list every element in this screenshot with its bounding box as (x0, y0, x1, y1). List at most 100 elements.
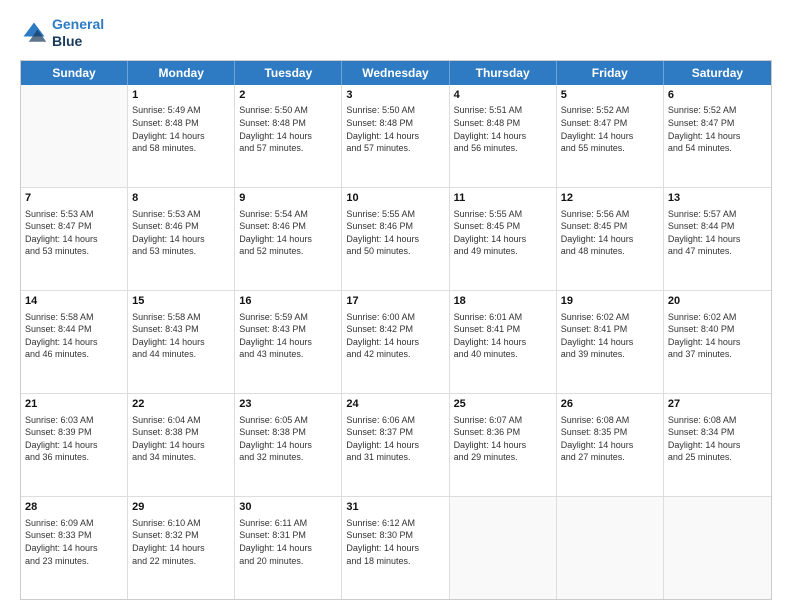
calendar-cell: 13Sunrise: 5:57 AM Sunset: 8:44 PM Dayli… (664, 188, 771, 290)
calendar-row: 14Sunrise: 5:58 AM Sunset: 8:44 PM Dayli… (21, 290, 771, 393)
day-info: Sunrise: 5:50 AM Sunset: 8:48 PM Dayligh… (239, 104, 337, 154)
day-number: 17 (346, 294, 444, 309)
day-info: Sunrise: 6:07 AM Sunset: 8:36 PM Dayligh… (454, 414, 552, 464)
day-number: 28 (25, 500, 123, 515)
header: General Blue (20, 16, 772, 50)
day-info: Sunrise: 6:10 AM Sunset: 8:32 PM Dayligh… (132, 517, 230, 567)
calendar-cell (450, 497, 557, 599)
day-info: Sunrise: 6:02 AM Sunset: 8:40 PM Dayligh… (668, 311, 767, 361)
day-info: Sunrise: 6:04 AM Sunset: 8:38 PM Dayligh… (132, 414, 230, 464)
day-info: Sunrise: 6:08 AM Sunset: 8:35 PM Dayligh… (561, 414, 659, 464)
logo: General Blue (20, 16, 104, 50)
calendar-header-day: Wednesday (342, 61, 449, 85)
calendar-cell (21, 85, 128, 187)
calendar-cell: 12 Sunrise: 5:56 AM Sunset: 8:45 PM Dayli… (557, 188, 664, 290)
day-info: Sunrise: 5:56 AM Sunset: 8:45 PM Dayligh… (561, 208, 659, 258)
logo-text: General Blue (52, 16, 104, 50)
day-number: 5 (561, 88, 659, 103)
calendar-cell: 27 Sunrise: 6:08 AM Sunset: 8:34 PM Dayli… (664, 394, 771, 496)
day-number: 9 (239, 191, 337, 206)
calendar-body: 1Sunrise: 5:49 AM Sunset: 8:48 PM Daylig… (21, 85, 771, 599)
calendar-cell: 6Sunrise: 5:52 AM Sunset: 8:47 PM Daylig… (664, 85, 771, 187)
day-number: 13 (668, 191, 767, 206)
calendar-cell: 11Sunrise: 5:55 AM Sunset: 8:45 PM Dayli… (450, 188, 557, 290)
calendar-cell: 29 Sunrise: 6:10 AM Sunset: 8:32 PM Dayli… (128, 497, 235, 599)
day-info: Sunrise: 5:52 AM Sunset: 8:47 PM Dayligh… (561, 104, 659, 154)
day-number: 21 (25, 397, 123, 412)
day-number: 25 (454, 397, 552, 412)
calendar-cell: 16Sunrise: 5:59 AM Sunset: 8:43 PM Dayli… (235, 291, 342, 393)
day-number: 24 (346, 397, 444, 412)
calendar-cell: 30 Sunrise: 6:11 AM Sunset: 8:31 PM Dayli… (235, 497, 342, 599)
day-info: Sunrise: 5:51 AM Sunset: 8:48 PM Dayligh… (454, 104, 552, 154)
calendar-cell: 14Sunrise: 5:58 AM Sunset: 8:44 PM Dayli… (21, 291, 128, 393)
day-number: 1 (132, 88, 230, 103)
calendar-cell: 5Sunrise: 5:52 AM Sunset: 8:47 PM Daylig… (557, 85, 664, 187)
day-info: Sunrise: 5:59 AM Sunset: 8:43 PM Dayligh… (239, 311, 337, 361)
calendar-cell: 22 Sunrise: 6:04 AM Sunset: 8:38 PM Dayli… (128, 394, 235, 496)
calendar-header-day: Sunday (21, 61, 128, 85)
calendar-cell: 23 Sunrise: 6:05 AM Sunset: 8:38 PM Dayli… (235, 394, 342, 496)
calendar-cell: 2Sunrise: 5:50 AM Sunset: 8:48 PM Daylig… (235, 85, 342, 187)
calendar-cell: 26 Sunrise: 6:08 AM Sunset: 8:35 PM Dayli… (557, 394, 664, 496)
day-number: 7 (25, 191, 123, 206)
calendar-cell: 24 Sunrise: 6:06 AM Sunset: 8:37 PM Dayli… (342, 394, 449, 496)
day-info: Sunrise: 5:58 AM Sunset: 8:43 PM Dayligh… (132, 311, 230, 361)
day-info: Sunrise: 5:49 AM Sunset: 8:48 PM Dayligh… (132, 104, 230, 154)
calendar-cell: 21 Sunrise: 6:03 AM Sunset: 8:39 PM Dayli… (21, 394, 128, 496)
day-number: 22 (132, 397, 230, 412)
day-info: Sunrise: 5:55 AM Sunset: 8:46 PM Dayligh… (346, 208, 444, 258)
day-number: 3 (346, 88, 444, 103)
day-info: Sunrise: 6:08 AM Sunset: 8:34 PM Dayligh… (668, 414, 767, 464)
day-number: 31 (346, 500, 444, 515)
day-number: 12 (561, 191, 659, 206)
day-number: 26 (561, 397, 659, 412)
calendar: SundayMondayTuesdayWednesdayThursdayFrid… (20, 60, 772, 600)
day-number: 2 (239, 88, 337, 103)
calendar-header-day: Friday (557, 61, 664, 85)
day-info: Sunrise: 5:54 AM Sunset: 8:46 PM Dayligh… (239, 208, 337, 258)
day-number: 29 (132, 500, 230, 515)
day-info: Sunrise: 5:52 AM Sunset: 8:47 PM Dayligh… (668, 104, 767, 154)
day-info: Sunrise: 5:53 AM Sunset: 8:47 PM Dayligh… (25, 208, 123, 258)
calendar-row: 28 Sunrise: 6:09 AM Sunset: 8:33 PM Dayli… (21, 496, 771, 599)
calendar-header-day: Thursday (450, 61, 557, 85)
day-info: Sunrise: 6:03 AM Sunset: 8:39 PM Dayligh… (25, 414, 123, 464)
calendar-cell: 15 Sunrise: 5:58 AM Sunset: 8:43 PM Dayli… (128, 291, 235, 393)
day-info: Sunrise: 6:09 AM Sunset: 8:33 PM Dayligh… (25, 517, 123, 567)
calendar-row: 1Sunrise: 5:49 AM Sunset: 8:48 PM Daylig… (21, 85, 771, 187)
calendar-cell: 3Sunrise: 5:50 AM Sunset: 8:48 PM Daylig… (342, 85, 449, 187)
calendar-header: SundayMondayTuesdayWednesdayThursdayFrid… (21, 61, 771, 85)
page: General Blue SundayMondayTuesdayWednesda… (0, 0, 792, 612)
calendar-cell: 17Sunrise: 6:00 AM Sunset: 8:42 PM Dayli… (342, 291, 449, 393)
calendar-header-day: Tuesday (235, 61, 342, 85)
calendar-header-day: Monday (128, 61, 235, 85)
day-number: 19 (561, 294, 659, 309)
calendar-header-day: Saturday (664, 61, 771, 85)
calendar-cell: 9 Sunrise: 5:54 AM Sunset: 8:46 PM Daylig… (235, 188, 342, 290)
day-info: Sunrise: 6:11 AM Sunset: 8:31 PM Dayligh… (239, 517, 337, 567)
day-info: Sunrise: 5:58 AM Sunset: 8:44 PM Dayligh… (25, 311, 123, 361)
day-info: Sunrise: 6:06 AM Sunset: 8:37 PM Dayligh… (346, 414, 444, 464)
day-number: 4 (454, 88, 552, 103)
calendar-cell: 20Sunrise: 6:02 AM Sunset: 8:40 PM Dayli… (664, 291, 771, 393)
day-info: Sunrise: 6:02 AM Sunset: 8:41 PM Dayligh… (561, 311, 659, 361)
day-info: Sunrise: 6:12 AM Sunset: 8:30 PM Dayligh… (346, 517, 444, 567)
calendar-cell: 19 Sunrise: 6:02 AM Sunset: 8:41 PM Dayli… (557, 291, 664, 393)
calendar-cell: 1Sunrise: 5:49 AM Sunset: 8:48 PM Daylig… (128, 85, 235, 187)
day-number: 8 (132, 191, 230, 206)
day-info: Sunrise: 5:50 AM Sunset: 8:48 PM Dayligh… (346, 104, 444, 154)
day-number: 27 (668, 397, 767, 412)
day-number: 30 (239, 500, 337, 515)
calendar-cell: 4Sunrise: 5:51 AM Sunset: 8:48 PM Daylig… (450, 85, 557, 187)
day-number: 15 (132, 294, 230, 309)
calendar-cell: 28 Sunrise: 6:09 AM Sunset: 8:33 PM Dayli… (21, 497, 128, 599)
calendar-cell: 7 Sunrise: 5:53 AM Sunset: 8:47 PM Daylig… (21, 188, 128, 290)
calendar-cell: 8Sunrise: 5:53 AM Sunset: 8:46 PM Daylig… (128, 188, 235, 290)
day-info: Sunrise: 6:05 AM Sunset: 8:38 PM Dayligh… (239, 414, 337, 464)
calendar-cell: 10Sunrise: 5:55 AM Sunset: 8:46 PM Dayli… (342, 188, 449, 290)
calendar-cell (664, 497, 771, 599)
logo-icon (20, 19, 48, 47)
day-number: 6 (668, 88, 767, 103)
day-number: 23 (239, 397, 337, 412)
